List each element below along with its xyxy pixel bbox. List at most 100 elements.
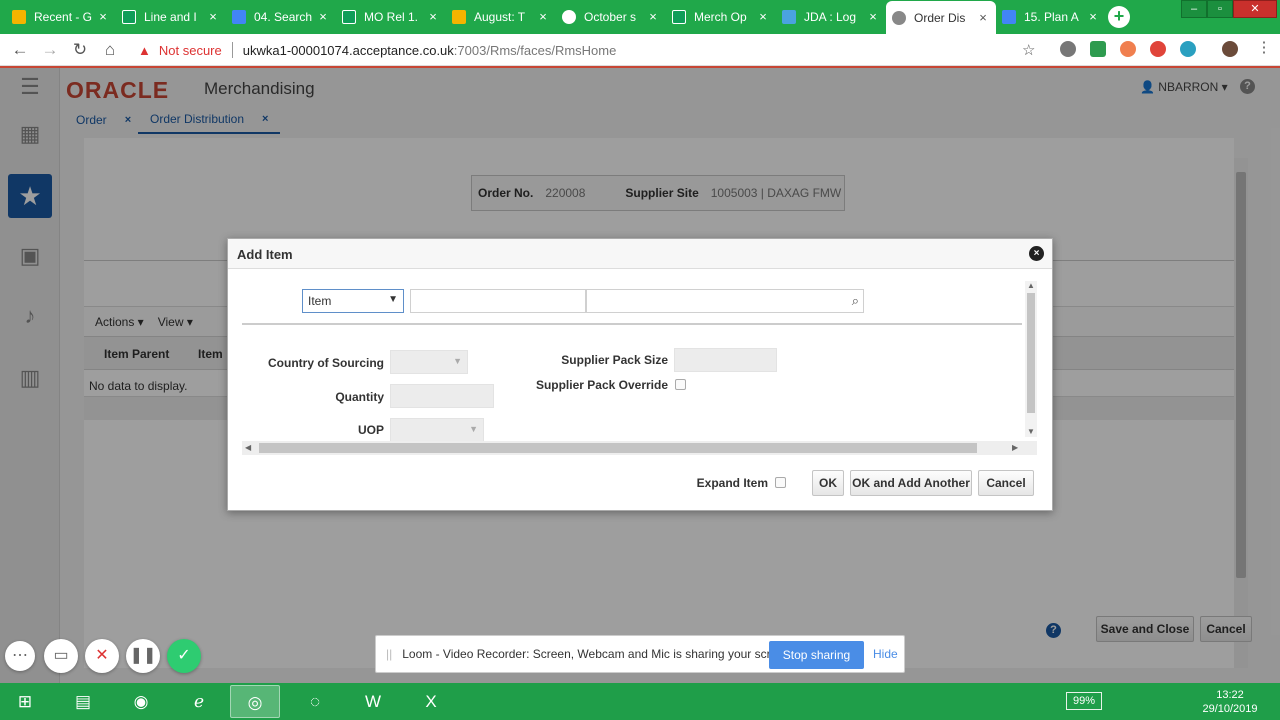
excel-icon[interactable]: X xyxy=(406,685,456,718)
close-icon[interactable]: × xyxy=(866,9,880,24)
finish-recording-icon[interactable]: ✓ xyxy=(167,639,201,673)
sheets-icon xyxy=(122,9,136,24)
close-icon[interactable]: × xyxy=(536,9,550,24)
tab-label: October s xyxy=(584,9,637,24)
drag-handle-icon[interactable]: || xyxy=(386,647,392,661)
menu-icon[interactable]: ⋮ xyxy=(1256,40,1272,57)
item-input[interactable] xyxy=(410,289,586,313)
window-close-button[interactable]: ✕ xyxy=(1233,0,1277,18)
browser-tab[interactable]: Merch Op × xyxy=(666,3,776,30)
dialog-titlebar xyxy=(228,239,1052,269)
more-options-icon[interactable]: ⋯ xyxy=(5,641,35,671)
close-icon[interactable]: × xyxy=(96,9,110,24)
pause-icon[interactable]: ❚❚ xyxy=(126,639,160,673)
extension-icon[interactable] xyxy=(1120,41,1136,57)
close-icon[interactable]: × xyxy=(1029,246,1044,261)
browser-tab[interactable]: MO Rel 1. × xyxy=(336,3,446,30)
uop-label: UOP xyxy=(357,423,384,437)
word-icon[interactable]: W xyxy=(348,685,398,718)
browser-tab[interactable]: JDA : Log × xyxy=(776,3,886,30)
delete-recording-icon[interactable]: ✕ xyxy=(85,639,119,673)
supplier-pack-size-label: Supplier Pack Size xyxy=(561,353,668,367)
extension-icon[interactable] xyxy=(1090,41,1106,57)
maximize-button[interactable]: ▫ xyxy=(1207,0,1233,18)
scrollbar-thumb[interactable] xyxy=(1027,293,1035,413)
url-path: :7003/Rms/faces/RmsHome xyxy=(453,42,617,58)
browser-tab[interactable]: 04. Search × xyxy=(226,3,336,30)
item-type-select[interactable]: Item ▼ xyxy=(302,289,404,313)
jda-icon xyxy=(782,9,796,24)
close-icon[interactable]: × xyxy=(426,9,440,24)
search-icon[interactable]: ⌕ xyxy=(852,293,859,309)
dialog-vertical-scrollbar[interactable]: ▲ ▼ xyxy=(1025,281,1037,437)
extension-icon[interactable] xyxy=(1180,41,1196,57)
back-icon[interactable]: ← xyxy=(10,40,30,60)
clock-date: 29/10/2019 xyxy=(1202,703,1258,715)
quantity-label: Quantity xyxy=(335,390,384,404)
internet-explorer-icon[interactable]: ℯ xyxy=(174,685,224,718)
minimize-button[interactable]: – xyxy=(1181,0,1207,18)
ok-and-add-another-button[interactable]: OK and Add Another xyxy=(850,470,972,496)
slides-icon xyxy=(452,9,466,24)
chrome-icon[interactable]: ◎ xyxy=(230,685,280,718)
dialog-horizontal-scrollbar[interactable]: ◀ ▶ xyxy=(242,441,1037,455)
supplier-pack-override-checkbox[interactable] xyxy=(675,379,686,390)
tab-label: Line and I xyxy=(144,9,197,24)
camera-icon[interactable]: ▭ xyxy=(44,639,78,673)
close-icon[interactable]: × xyxy=(206,9,220,24)
home-icon[interactable]: ⌂ xyxy=(100,40,120,60)
sheets-icon xyxy=(672,9,686,24)
file-explorer-icon[interactable]: ▤ xyxy=(58,685,108,718)
scroll-right-icon[interactable]: ▶ xyxy=(1012,443,1018,452)
uop-select[interactable]: ▼ xyxy=(390,418,484,442)
tab-label: 04. Search xyxy=(254,9,313,24)
scroll-left-icon[interactable]: ◀ xyxy=(245,443,251,452)
profile-avatar[interactable] xyxy=(1222,41,1238,57)
ok-button[interactable]: OK xyxy=(812,470,844,496)
country-select[interactable]: ▼ xyxy=(390,350,468,374)
supplier-pack-override-label: Supplier Pack Override xyxy=(535,378,668,392)
country-label: Country of Sourcing xyxy=(268,356,384,370)
supplier-pack-size-input[interactable] xyxy=(674,348,777,372)
app-icon[interactable]: ◌ xyxy=(290,685,340,718)
browser-tab[interactable]: Line and I × xyxy=(116,3,226,30)
system-clock[interactable]: 13:22 29/10/2019 xyxy=(1198,688,1262,716)
browser-tab[interactable]: 15. Plan A × xyxy=(996,3,1106,30)
hide-link[interactable]: Hide xyxy=(873,647,898,661)
forward-icon[interactable]: → xyxy=(40,40,60,60)
close-icon[interactable]: × xyxy=(1086,9,1100,24)
cancel-button[interactable]: Cancel xyxy=(978,470,1034,496)
extension-icon[interactable] xyxy=(1060,41,1076,57)
close-icon[interactable]: × xyxy=(316,9,330,24)
warning-icon: ▲ xyxy=(138,42,151,58)
scroll-up-icon[interactable]: ▲ xyxy=(1027,281,1035,290)
tab-label: Merch Op xyxy=(694,9,747,24)
close-icon[interactable]: × xyxy=(756,9,770,24)
extension-icon[interactable] xyxy=(1150,41,1166,57)
dialog-title: Add Item xyxy=(237,247,293,262)
item-description-input[interactable]: ⌕ xyxy=(586,289,864,313)
close-icon[interactable]: × xyxy=(976,10,990,25)
app-icon[interactable]: ◉ xyxy=(116,685,166,718)
browser-tab-active[interactable]: Order Dis × xyxy=(886,1,996,34)
tab-label: Order Dis xyxy=(914,10,966,25)
tab-label: Recent - G xyxy=(34,9,93,24)
bookmark-star-icon[interactable]: ☆ xyxy=(1022,41,1035,59)
expand-item-checkbox[interactable] xyxy=(775,477,786,488)
browser-tab[interactable]: Recent - G × xyxy=(6,3,116,30)
quantity-input[interactable] xyxy=(390,384,494,408)
scroll-down-icon[interactable]: ▼ xyxy=(1027,427,1035,436)
caret-down-icon: ▼ xyxy=(388,294,398,305)
reload-icon[interactable]: ↻ xyxy=(70,40,90,60)
new-tab-button[interactable]: + xyxy=(1108,6,1130,28)
start-button-icon[interactable]: ⊞ xyxy=(2,685,48,718)
browser-tab[interactable]: October s × xyxy=(556,3,666,30)
browser-tab[interactable]: August: T × xyxy=(446,3,556,30)
battery-indicator[interactable]: 99% xyxy=(1066,692,1102,710)
stop-sharing-button[interactable]: Stop sharing xyxy=(769,641,864,669)
close-icon[interactable]: × xyxy=(646,9,660,24)
scrollbar-thumb[interactable] xyxy=(259,443,977,453)
add-item-dialog: Add Item × Item ▼ ⌕ Country of Sourcing … xyxy=(227,238,1053,511)
address-bar[interactable]: ▲ Not secure ukwka1-00001074.acceptance.… xyxy=(138,39,1018,61)
browser-toolbar: ← → ↻ ⌂ ▲ Not secure ukwka1-00001074.acc… xyxy=(0,34,1280,66)
